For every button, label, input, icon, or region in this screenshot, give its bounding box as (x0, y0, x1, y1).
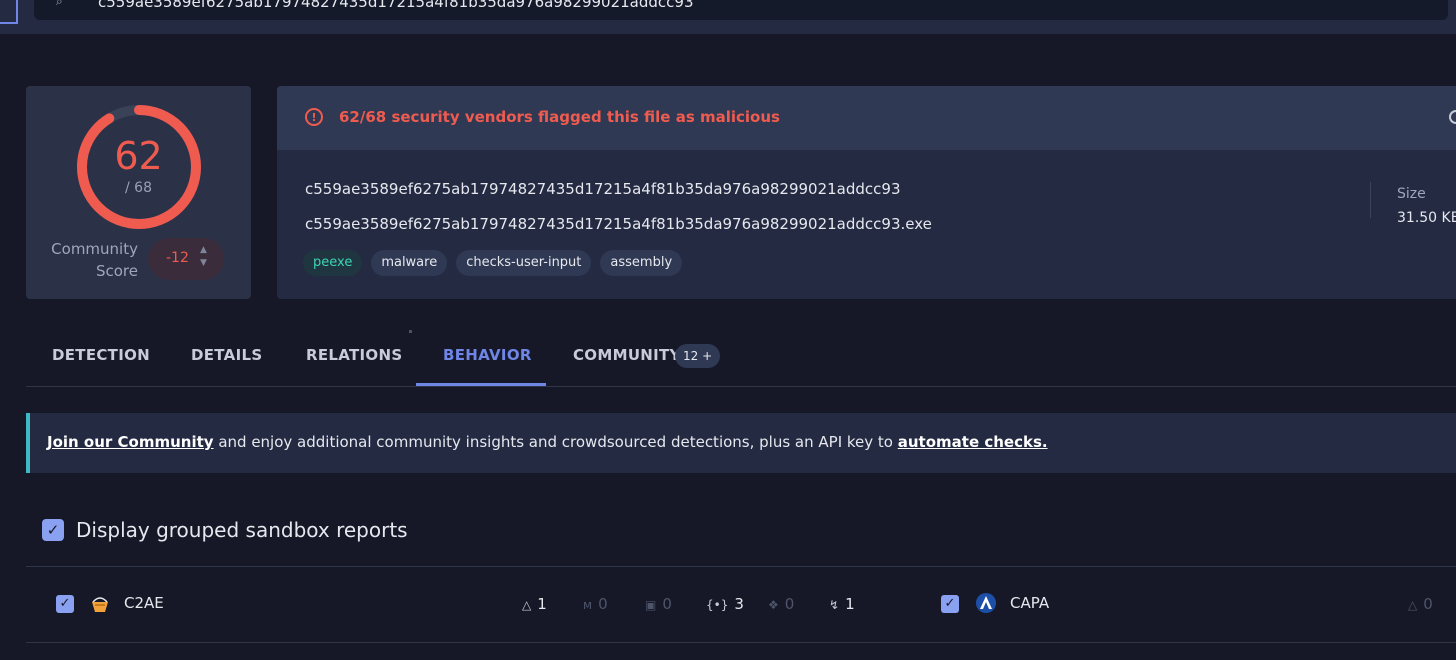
malicious-alert-bar: ! 62/68 security vendors flagged this fi… (277, 86, 1456, 150)
file-size: Size 31.50 KB (1370, 182, 1456, 226)
ids-shield-icon: ▣ (645, 598, 657, 612)
file-size-label: Size (1397, 186, 1426, 202)
file-name: c559ae3589ef6275ab17974827435d17215a4f81… (305, 215, 932, 233)
tab-detection[interactable]: DETECTION (52, 346, 150, 364)
search-input[interactable] (96, 0, 1300, 13)
upvote-icon[interactable]: ▲ (200, 244, 207, 257)
vote-arrows[interactable]: ▲ ▼ (200, 244, 207, 270)
community-score-pill[interactable]: -12 ▲ ▼ (148, 238, 224, 280)
file-hash: c559ae3589ef6275ab17974827435d17215a4f81… (305, 180, 901, 198)
capa-alerts-stat: △ 0 (1408, 595, 1433, 613)
c2ae-name[interactable]: C2AE (124, 594, 164, 612)
file-tags: peexe malware checks-user-input assembly (303, 250, 683, 276)
tag-peexe[interactable]: peexe (303, 250, 363, 276)
top-bar: ⌕ (0, 0, 1456, 34)
sigma-code-icon: {•} (706, 598, 729, 612)
detection-score-card: 62 / 68 Community Score -12 ▲ ▼ (26, 86, 251, 299)
menu-toggle[interactable] (0, 0, 18, 24)
c2ae-ids-count: 0 (662, 595, 672, 613)
sandbox-report-row: ✓ C2AE △ 1 ᴍ0 ▣ 0 {•} 3 ❖ 0 ↯ 1 ✓ CAPA △ 0 (0, 590, 1456, 620)
c2ae-logo-icon (92, 597, 108, 612)
c2ae-ids-stat: ▣ 0 (645, 595, 672, 613)
c2ae-mitre-stat: ᴍ0 (583, 595, 608, 613)
c2ae-alerts-stat: △ 1 (522, 595, 547, 613)
capa-logo-icon (976, 593, 996, 613)
network-diamond-icon: ❖ (768, 598, 779, 612)
grouped-reports-label: Display grouped sandbox reports (76, 518, 408, 542)
banner-text: Join our Community and enjoy additional … (47, 433, 1048, 451)
c2ae-sigma-count: 3 (734, 595, 744, 613)
divider (26, 566, 1456, 567)
tag-malware[interactable]: malware (371, 250, 448, 276)
tag-assembly[interactable]: assembly (600, 250, 683, 276)
c2ae-sigma-stat: {•} 3 (706, 595, 744, 613)
search-icon: ⌕ (56, 0, 63, 8)
report-tabs: DETECTION DETAILS RELATIONS BEHAVIOR COM… (26, 330, 1456, 387)
community-score-value: -12 (166, 250, 189, 266)
search-box[interactable]: ⌕ (34, 0, 1448, 20)
divider-dot (409, 330, 412, 333)
process-tree-icon: ↯ (829, 598, 840, 612)
reanalyze-icon[interactable] (1449, 110, 1456, 124)
community-score-label: Community Score (44, 238, 138, 282)
community-count-badge: 12 + (675, 344, 721, 368)
active-tab-underline (416, 383, 546, 386)
c2ae-process-stat: ↯ 1 (829, 595, 855, 613)
file-size-value: 31.50 KB (1397, 210, 1456, 226)
warning-triangle-icon: △ (1408, 598, 1418, 612)
file-info-panel: ! 62/68 security vendors flagged this fi… (277, 86, 1456, 299)
mitre-icon: ᴍ (583, 598, 593, 612)
c2ae-process-count: 1 (845, 595, 855, 613)
c2ae-alerts-count: 1 (537, 595, 547, 613)
community-banner: Join our Community and enjoy additional … (26, 413, 1456, 473)
detection-total: / 68 (125, 180, 152, 196)
community-label-line-2: Score (95, 262, 138, 280)
warning-triangle-icon: △ (522, 598, 532, 612)
tag-checks-user-input[interactable]: checks-user-input (456, 250, 592, 276)
tab-behavior[interactable]: BEHAVIOR (443, 346, 532, 364)
c2ae-network-count: 0 (784, 595, 795, 613)
capa-checkbox[interactable]: ✓ (941, 595, 959, 613)
tab-community[interactable]: COMMUNITY (573, 346, 681, 364)
downvote-icon[interactable]: ▼ (200, 257, 207, 270)
grouped-reports-checkbox[interactable]: ✓ (42, 519, 64, 541)
tab-relations[interactable]: RELATIONS (306, 346, 402, 364)
tab-details[interactable]: DETAILS (191, 346, 262, 364)
alert-text: 62/68 security vendors flagged this file… (339, 108, 780, 126)
automate-checks-link[interactable]: automate checks. (898, 433, 1048, 451)
divider (26, 642, 1456, 643)
c2ae-network-stat: ❖ 0 (768, 595, 794, 613)
join-community-link[interactable]: Join our Community (47, 433, 214, 451)
c2ae-mitre-count: 0 (598, 595, 608, 613)
community-label-line-1: Community (51, 240, 138, 258)
capa-alerts-count: 0 (1423, 595, 1433, 613)
detection-count: 62 (114, 134, 163, 178)
alert-circle-icon: ! (305, 108, 323, 126)
capa-name[interactable]: CAPA (1010, 594, 1049, 612)
banner-middle-text: and enjoy additional community insights … (213, 433, 898, 451)
c2ae-checkbox[interactable]: ✓ (56, 595, 74, 613)
